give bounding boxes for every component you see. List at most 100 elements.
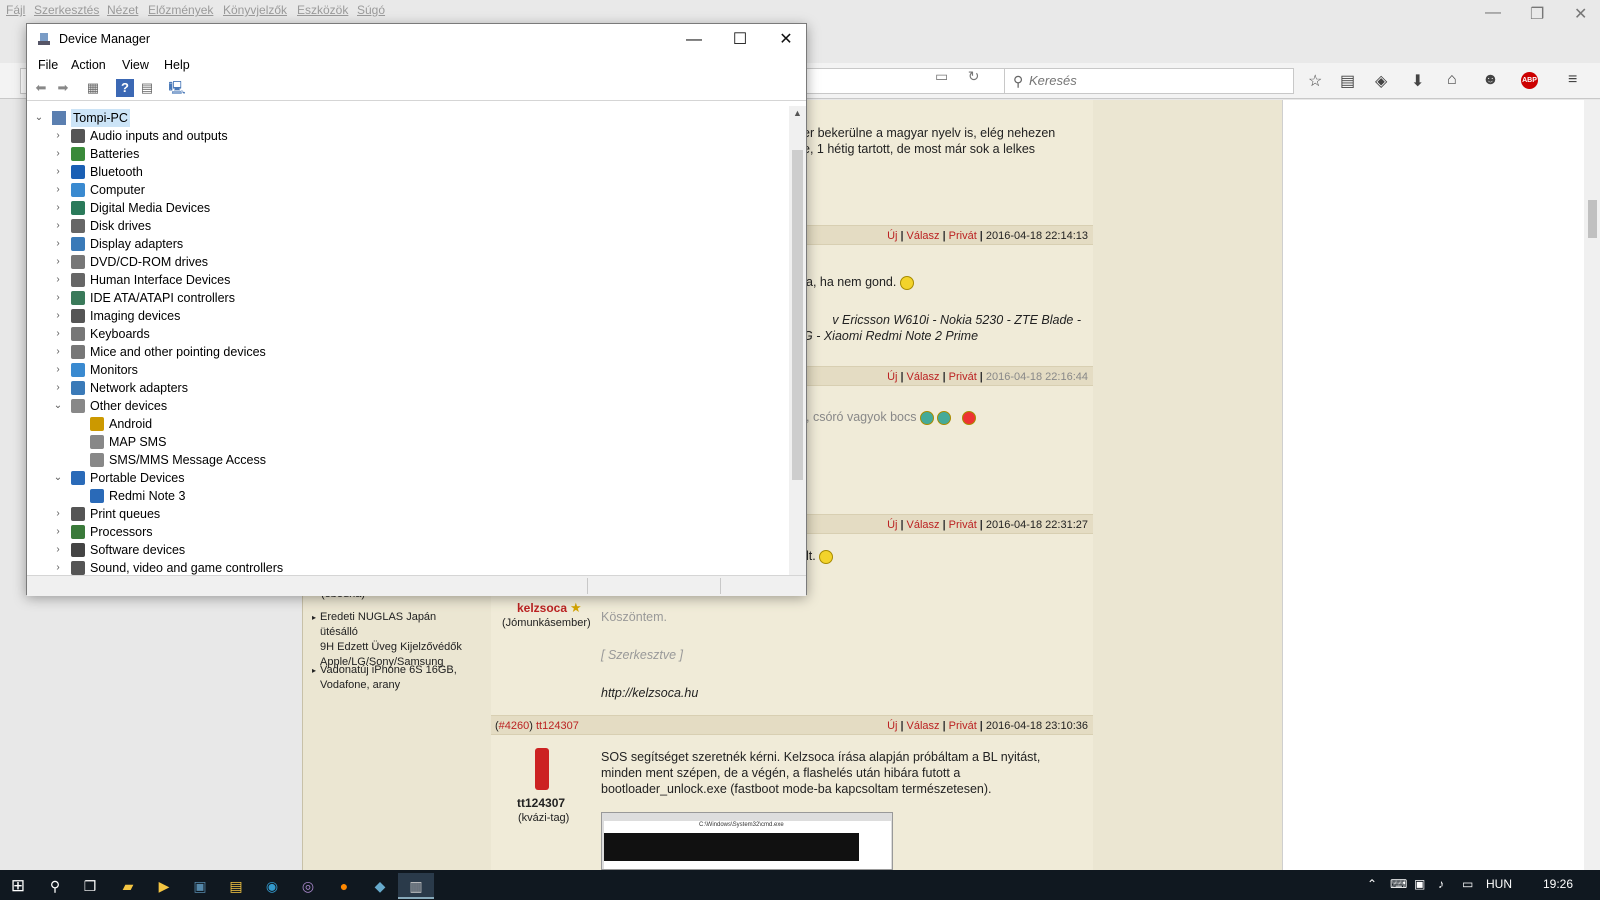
device-item[interactable]: Redmi Note 3: [28, 487, 428, 505]
device-category[interactable]: › Bluetooth: [28, 163, 428, 181]
device-category[interactable]: › Print queues: [28, 505, 428, 523]
device-category[interactable]: › Imaging devices: [28, 307, 428, 325]
clock[interactable]: 19:26: [1543, 877, 1573, 891]
post-id-link[interactable]: #4260: [499, 720, 530, 732]
private-link[interactable]: Privát: [949, 371, 977, 383]
task-view-icon[interactable]: ❐: [72, 873, 108, 899]
collapse-icon[interactable]: ⌄: [34, 109, 44, 127]
device-category[interactable]: › Batteries: [28, 145, 428, 163]
tree-scrollbar-thumb[interactable]: [792, 150, 803, 480]
tree-root[interactable]: ⌄ Tompi-PC: [28, 109, 328, 127]
search-icon[interactable]: ⚲: [37, 873, 73, 899]
menu-file[interactable]: File: [38, 58, 58, 72]
network-icon[interactable]: ▣: [1414, 877, 1425, 891]
device-category[interactable]: ⌄ Portable Devices: [28, 469, 428, 487]
menu-view[interactable]: Nézet: [107, 3, 138, 17]
device-category[interactable]: › Network adapters: [28, 379, 428, 397]
expand-icon[interactable]: ›: [53, 253, 63, 271]
title-bar[interactable]: Device Manager — ☐ ✕: [27, 24, 806, 55]
menu-help[interactable]: Súgó: [357, 3, 385, 17]
device-category[interactable]: › Disk drives: [28, 217, 428, 235]
menu-tools[interactable]: Eszközök: [297, 3, 348, 17]
menu-history[interactable]: Előzmények: [148, 3, 213, 17]
menu-edit[interactable]: Szerkesztés: [34, 3, 99, 17]
reply-link[interactable]: Válasz: [907, 371, 940, 383]
expand-icon[interactable]: ›: [53, 271, 63, 289]
post-screenshot[interactable]: C:\Windows\System32\cmd.exe: [601, 812, 893, 870]
hamburger-menu-icon[interactable]: ≡: [1568, 71, 1577, 89]
adblock-icon[interactable]: ABP: [1521, 72, 1538, 89]
properties-icon[interactable]: ▦: [84, 79, 102, 97]
menu-bookmarks[interactable]: Könyvjelzők: [223, 3, 287, 17]
device-category[interactable]: › Mice and other pointing devices: [28, 343, 428, 361]
device-category[interactable]: › Processors: [28, 523, 428, 541]
reply-link[interactable]: Válasz: [907, 720, 940, 732]
device-category[interactable]: › IDE ATA/ATAPI controllers: [28, 289, 428, 307]
reply-link[interactable]: Válasz: [907, 519, 940, 531]
reader-view-icon[interactable]: ▭: [935, 68, 948, 84]
device-item[interactable]: SMS/MMS Message Access: [28, 451, 428, 469]
scroll-up-icon[interactable]: ▲: [789, 108, 806, 118]
expand-icon[interactable]: ›: [53, 505, 63, 523]
collapse-icon[interactable]: ⌄: [53, 469, 63, 487]
language-indicator[interactable]: HUN: [1486, 877, 1512, 891]
reload-icon[interactable]: ↻: [968, 68, 980, 84]
device-manager-icon[interactable]: ▥: [398, 873, 434, 899]
save-icon[interactable]: ▣: [182, 873, 218, 899]
start-icon[interactable]: ⊞: [0, 873, 36, 899]
help-icon[interactable]: ?: [116, 79, 134, 97]
collapse-icon[interactable]: ⌄: [53, 397, 63, 415]
device-category[interactable]: › Digital Media Devices: [28, 199, 428, 217]
device-category[interactable]: › Display adapters: [28, 235, 428, 253]
device-item[interactable]: MAP SMS: [28, 433, 428, 451]
expand-icon[interactable]: ›: [53, 127, 63, 145]
expand-icon[interactable]: ›: [53, 325, 63, 343]
side-item-2[interactable]: ▸ Vadonatúj iPhone 6S 16GB, Vodafone, ar…: [312, 663, 477, 693]
new-link[interactable]: Új: [887, 230, 897, 242]
expand-icon[interactable]: ›: [53, 163, 63, 181]
page-scrollbar[interactable]: [1584, 100, 1600, 870]
post4-username[interactable]: kelzsoca: [517, 601, 567, 616]
tree-scrollbar[interactable]: ▲ ▼: [789, 106, 806, 593]
file-explorer-icon[interactable]: ▰: [110, 873, 146, 899]
page-scrollbar-thumb[interactable]: [1588, 200, 1597, 238]
menu-action[interactable]: Action: [71, 58, 106, 72]
post5-username[interactable]: tt124307: [517, 796, 565, 811]
close-button[interactable]: ✕: [763, 24, 809, 55]
pocket-icon[interactable]: ◈: [1375, 71, 1387, 91]
home-icon[interactable]: ⌂: [1447, 71, 1457, 89]
details-icon[interactable]: ▤: [138, 79, 156, 97]
expand-icon[interactable]: ›: [53, 361, 63, 379]
new-link[interactable]: Új: [887, 720, 897, 732]
device-category[interactable]: › Audio inputs and outputs: [28, 127, 428, 145]
expand-icon[interactable]: ›: [53, 523, 63, 541]
device-category[interactable]: › DVD/CD-ROM drives: [28, 253, 428, 271]
expand-icon[interactable]: ›: [53, 343, 63, 361]
firefox-icon[interactable]: ●: [326, 873, 362, 899]
folder-icon[interactable]: ▤: [218, 873, 254, 899]
expand-icon[interactable]: ›: [53, 379, 63, 397]
bookmark-star-icon[interactable]: ☆: [1308, 71, 1322, 91]
private-link[interactable]: Privát: [949, 230, 977, 242]
device-category[interactable]: › Software devices: [28, 541, 428, 559]
search-box[interactable]: ⚲: [1004, 68, 1294, 94]
private-link[interactable]: Privát: [949, 720, 977, 732]
monitor-scan-icon[interactable]: 🖳: [168, 79, 186, 97]
new-link[interactable]: Új: [887, 371, 897, 383]
expand-icon[interactable]: ›: [53, 217, 63, 235]
firefox-minimize-button[interactable]: —: [1485, 4, 1501, 22]
download-icon[interactable]: ⬇: [1411, 71, 1424, 91]
menu-help[interactable]: Help: [164, 58, 190, 72]
menu-file[interactable]: Fájl: [6, 3, 25, 17]
chat-icon[interactable]: ☻: [1482, 71, 1499, 89]
device-category[interactable]: ⌄ Other devices: [28, 397, 428, 415]
device-item[interactable]: Android: [28, 415, 428, 433]
post4-link[interactable]: http://kelzsoca.hu: [601, 685, 698, 701]
expand-icon[interactable]: ›: [53, 307, 63, 325]
browser-icon[interactable]: ◎: [290, 873, 326, 899]
expand-icon[interactable]: ›: [53, 289, 63, 307]
app-icon[interactable]: ◉: [254, 873, 290, 899]
device-category[interactable]: › Computer: [28, 181, 428, 199]
minimize-button[interactable]: —: [671, 24, 717, 55]
forward-icon[interactable]: ➡: [54, 79, 72, 97]
